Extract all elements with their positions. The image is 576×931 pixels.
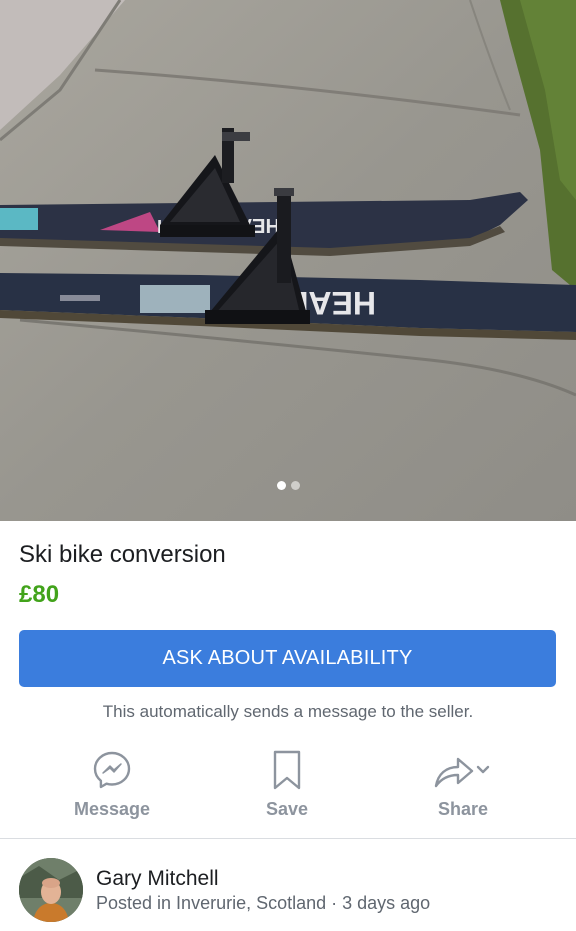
- pagination-dot[interactable]: [290, 481, 300, 490]
- action-bar: Message Save Share: [0, 748, 576, 832]
- listing-price: £80: [19, 581, 60, 608]
- bookmark-icon: [272, 748, 302, 792]
- listing-title: Ski bike conversion: [19, 541, 226, 568]
- save-button[interactable]: Save: [212, 748, 362, 832]
- share-button[interactable]: Share: [388, 748, 538, 832]
- share-label: Share: [437, 799, 489, 819]
- photo-pagination: [0, 481, 576, 490]
- listing-photo[interactable]: Я HEAD HEAD: [0, 0, 576, 521]
- seller-section: Gary Mitchell Posted in Inverurie, Scotl…: [0, 839, 576, 931]
- message-label: Message: [73, 799, 151, 819]
- seller-avatar[interactable]: [19, 858, 83, 922]
- pagination-dot-active[interactable]: [276, 481, 286, 490]
- message-button[interactable]: Message: [37, 748, 187, 832]
- share-arrow-icon: [432, 748, 494, 792]
- ask-availability-button[interactable]: ASK ABOUT AVAILABILITY: [19, 630, 556, 687]
- seller-meta: Posted in Inverurie, Scotland · 3 days a…: [96, 893, 431, 913]
- cta-note: This automatically sends a message to th…: [102, 702, 474, 721]
- save-label: Save: [265, 799, 309, 819]
- seller-name[interactable]: Gary Mitchell: [96, 866, 219, 892]
- messenger-icon: [92, 748, 132, 792]
- ski-photo-illustration: Я HEAD HEAD: [0, 0, 576, 521]
